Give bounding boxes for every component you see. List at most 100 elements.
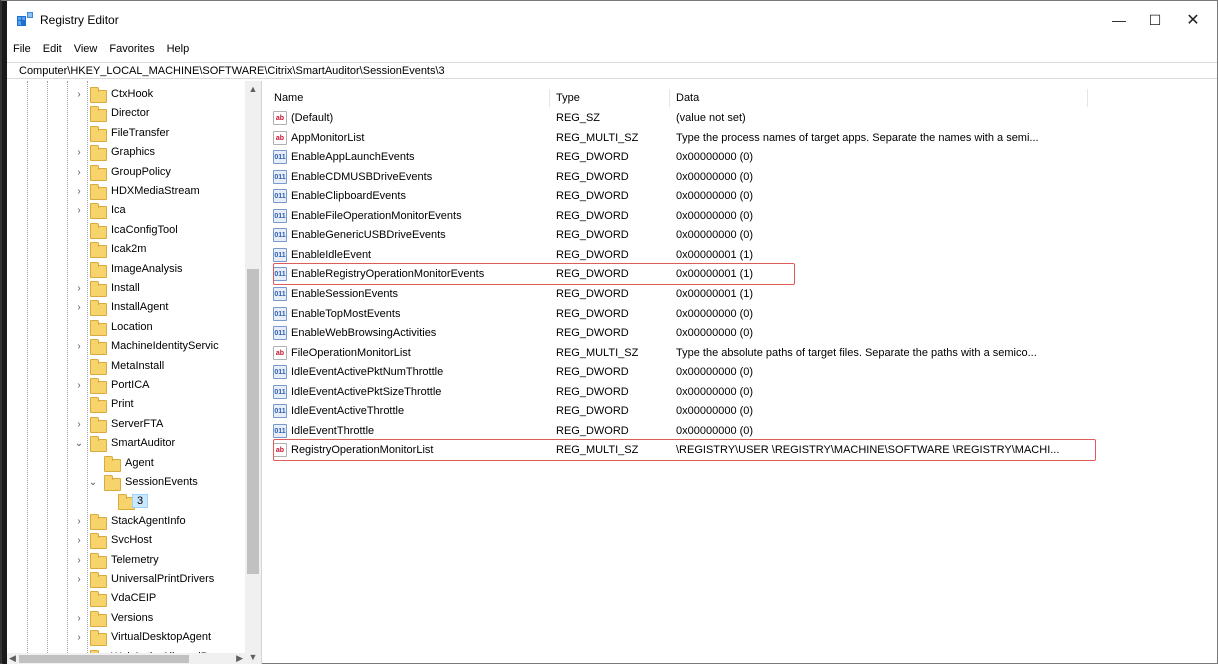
tree-item[interactable]: › PortICA [7, 377, 247, 396]
value-name: EnableIdleEvent [291, 248, 372, 261]
chevron-right-icon[interactable]: › [74, 205, 84, 217]
chevron-right-icon[interactable]: › [74, 186, 84, 198]
value-row[interactable]: ab AppMonitorList REG_MULTI_SZ Type the pro… [268, 129, 1168, 148]
chevron-right-icon[interactable]: › [74, 380, 84, 392]
chevron-down-icon[interactable]: ⌄ [88, 477, 98, 489]
binary-value-icon: 011 [273, 365, 287, 380]
value-row[interactable]: 011 EnableClipboardEvents REG_DWORD 0x00000… [268, 187, 1168, 206]
tree-vertical-scrollbar[interactable]: ▲ ▼ [245, 81, 261, 664]
value-row[interactable]: 011 EnableTopMostEvents REG_DWORD 0x0000000… [268, 305, 1168, 324]
value-data: 0x00000000 (0) [676, 366, 754, 379]
tree-item[interactable]: Icak2m [7, 241, 247, 260]
menu-help[interactable]: Help [161, 41, 196, 59]
tree-item[interactable]: ⌄ SmartAuditor [7, 435, 247, 454]
tree-item[interactable]: ImageAnalysis [7, 261, 247, 280]
menu-file[interactable]: File [7, 41, 37, 59]
tree-item[interactable]: Location [7, 319, 247, 338]
value-row[interactable]: 011 EnableCDMUSBDriveEvents REG_DWORD 0x000… [268, 168, 1168, 187]
chevron-right-icon[interactable]: › [74, 632, 84, 644]
tree-item[interactable]: › Install [7, 280, 247, 299]
tree-item[interactable]: › HDXMediaStream [7, 183, 247, 202]
column-data-header[interactable]: Data [670, 89, 1088, 107]
tree-item[interactable]: › ServerFTA [7, 416, 247, 435]
value-name: FileOperationMonitorList [291, 346, 411, 359]
tree-item[interactable]: › GroupPolicy [7, 164, 247, 183]
tree-item[interactable]: VdaCEIP [7, 590, 247, 609]
tree-item[interactable]: › MachineIdentityServic [7, 338, 247, 357]
chevron-right-icon[interactable]: › [74, 89, 84, 101]
value-row[interactable]: 011 IdleEventThrottle REG_DWORD 0x00000000 … [268, 422, 1168, 441]
scroll-left-icon[interactable]: ◀ [9, 653, 16, 664]
value-row[interactable]: 011 EnableFileOperationMonitorEvents REG_D… [268, 207, 1168, 226]
chevron-right-icon[interactable]: › [74, 419, 84, 431]
chevron-right-icon[interactable]: › [74, 574, 84, 586]
tree-item[interactable]: › UniversalPrintDrivers [7, 571, 247, 590]
minimize-button[interactable]: — [1103, 9, 1135, 31]
column-name-header[interactable]: Name [268, 89, 550, 107]
tree-item[interactable]: MetaInstall [7, 358, 247, 377]
chevron-right-icon[interactable]: › [74, 516, 84, 528]
tree-item-label: InstallAgent [111, 301, 169, 314]
tree-item[interactable]: › CtxHook [7, 86, 247, 105]
menu-view[interactable]: View [68, 41, 104, 59]
tree-item-label: IcaConfigTool [111, 223, 178, 236]
value-row[interactable]: 011 EnableWebBrowsingActivities REG_DWORD 0… [268, 324, 1168, 343]
chevron-right-icon[interactable]: › [74, 147, 84, 159]
tree-item[interactable]: Print [7, 396, 247, 415]
chevron-down-icon[interactable]: ⌄ [74, 438, 84, 450]
chevron-right-icon[interactable]: › [74, 283, 84, 295]
tree-item[interactable]: Agent [7, 455, 247, 474]
value-row[interactable]: 011 EnableGenericUSBDriveEvents REG_DWORD 0… [268, 226, 1168, 245]
tree-item[interactable]: › InstallAgent [7, 299, 247, 318]
scroll-up-icon[interactable]: ▲ [245, 81, 261, 97]
scroll-thumb[interactable] [247, 269, 259, 574]
tree-item[interactable]: › VirtualDesktopAgent [7, 629, 247, 648]
value-row[interactable]: 011 IdleEventActivePktNumThrottle REG_DWOR… [268, 363, 1168, 382]
hscroll-thumb[interactable] [19, 655, 189, 663]
tree-item-label: Graphics [111, 146, 156, 159]
value-data: 0x00000000 (0) [676, 151, 754, 164]
tree-item[interactable]: Director [7, 105, 247, 124]
title-bar[interactable]: Registry Editor — ☐ ✕ [7, 1, 1217, 39]
tree-item[interactable]: › Graphics [7, 144, 247, 163]
tree-item[interactable]: ⌄ SessionEvents [7, 474, 247, 493]
value-data: Type the process names of target apps. S… [676, 131, 1039, 144]
chevron-right-icon[interactable]: › [74, 535, 84, 547]
chevron-right-icon[interactable]: › [74, 613, 84, 625]
maximize-button[interactable]: ☐ [1139, 9, 1171, 31]
value-data: 0x00000000 (0) [676, 307, 754, 320]
tree-item-label: SessionEvents [125, 476, 198, 488]
tree-item[interactable]: › Ica [7, 202, 247, 221]
scroll-down-icon[interactable]: ▼ [245, 649, 261, 664]
menu-edit[interactable]: Edit [37, 41, 68, 59]
chevron-right-icon[interactable]: › [74, 555, 84, 567]
value-row[interactable]: 011 EnableSessionEvents REG_DWORD 0x0000000… [268, 285, 1168, 304]
close-button[interactable]: ✕ [1177, 9, 1209, 31]
scroll-right-icon[interactable]: ▶ [236, 653, 243, 664]
folder-icon [90, 397, 107, 414]
value-row[interactable]: 011 IdleEventActiveThrottle REG_DWORD 0x000… [268, 402, 1168, 421]
tree-item[interactable]: 3 [7, 493, 247, 512]
tree-item[interactable]: IcaConfigTool [7, 222, 247, 241]
tree-item-label: UniversalPrintDrivers [111, 573, 215, 585]
chevron-right-icon[interactable]: › [74, 341, 84, 353]
tree-item[interactable]: FileTransfer [7, 125, 247, 144]
address-bar[interactable]: Computer\HKEY_LOCAL_MACHINE\SOFTWARE\Cit… [7, 62, 1217, 79]
tree-item[interactable]: › Telemetry [7, 552, 247, 571]
column-type-header[interactable]: Type [550, 89, 670, 107]
value-row[interactable]: ab FileOperationMonitorList REG_MULTI_SZ Ty… [268, 344, 1168, 363]
tree-item[interactable]: › StackAgentInfo [7, 513, 247, 532]
minimize-icon: — [1112, 12, 1126, 28]
value-row[interactable]: ab (Default) REG_SZ (value not set) [268, 109, 1168, 128]
value-row[interactable]: 011 EnableAppLaunchEvents REG_DWORD 0x00000… [268, 148, 1168, 167]
value-type: REG_DWORD [556, 248, 629, 261]
tree-item[interactable]: › SvcHost [7, 532, 247, 551]
value-row[interactable]: 011 IdleEventActivePktSizeThrottle REG_DWO… [268, 383, 1168, 402]
menu-favorites[interactable]: Favorites [103, 41, 160, 59]
value-row[interactable]: 011 EnableIdleEvent REG_DWORD 0x00000001 (1… [268, 246, 1168, 265]
tree-item-label: 3 [132, 494, 149, 509]
tree-horizontal-scrollbar[interactable]: ◀ ▶ [7, 653, 245, 664]
tree-item[interactable]: › Versions [7, 610, 247, 629]
chevron-right-icon[interactable]: › [74, 302, 84, 314]
chevron-right-icon[interactable]: › [74, 167, 84, 179]
